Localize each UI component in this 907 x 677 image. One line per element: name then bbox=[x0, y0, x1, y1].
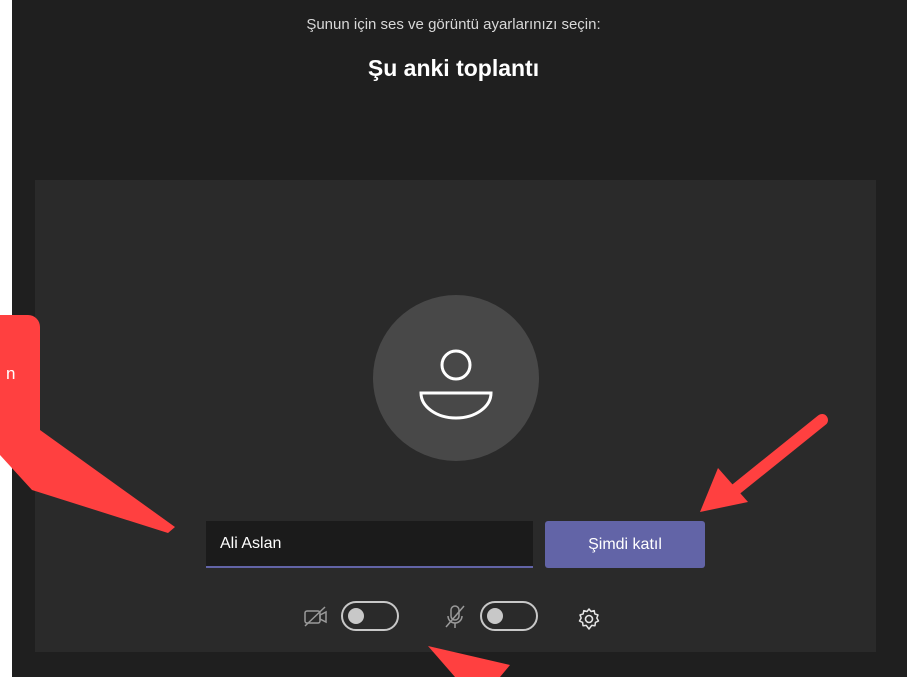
display-name-input[interactable] bbox=[206, 521, 533, 568]
microphone-off-icon[interactable] bbox=[444, 604, 466, 630]
avatar bbox=[373, 295, 539, 461]
meeting-title: Şu anki toplantı bbox=[367, 55, 540, 81]
join-now-button[interactable]: Şimdi katıl bbox=[545, 521, 705, 568]
camera-toggle[interactable] bbox=[341, 601, 399, 631]
camera-off-icon[interactable] bbox=[303, 606, 329, 628]
gear-icon[interactable] bbox=[577, 607, 601, 631]
annotation-callout-text: n bbox=[6, 364, 16, 383]
person-icon bbox=[419, 349, 493, 420]
settings-subtitle: Şunun için ses ve görüntü ayarlarınızı s… bbox=[306, 16, 601, 33]
microphone-toggle[interactable] bbox=[480, 601, 538, 631]
camera-toggle-knob bbox=[348, 608, 364, 624]
microphone-toggle-knob bbox=[487, 608, 503, 624]
